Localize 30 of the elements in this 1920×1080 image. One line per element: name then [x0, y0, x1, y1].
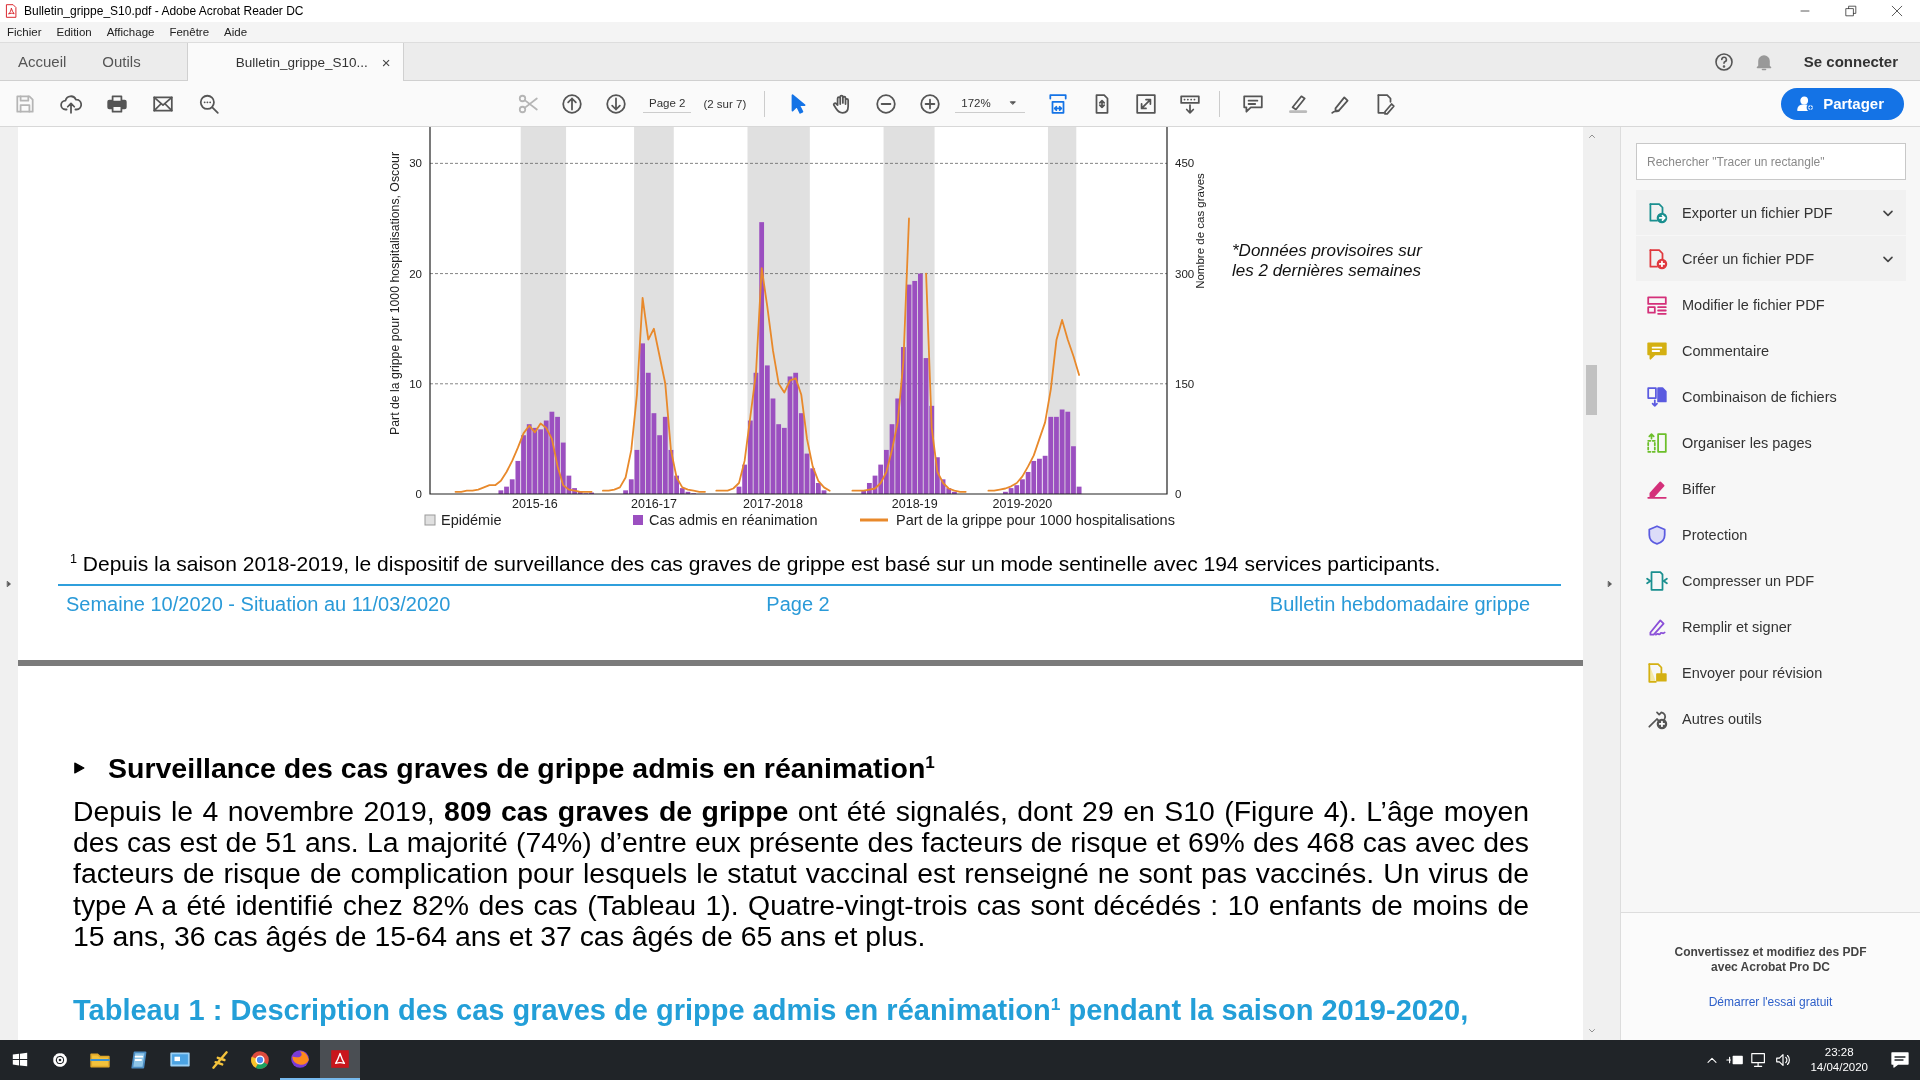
legend-label: Part de la grippe pour 1000 hospitalisations [896, 512, 1175, 528]
axis-tick-label: 30 [409, 157, 422, 170]
axis-tick-label: 2017-2018 [743, 497, 803, 511]
promo-text: avec Acrobat Pro DC [1711, 960, 1830, 975]
axis-tick-label: 10 [409, 377, 422, 390]
chart-note: *Données provisoires sur les 2 dernières semaines [1232, 241, 1422, 281]
axis-tick-label: 2015-16 [511, 497, 558, 511]
axis-tick-label: 20 [409, 267, 422, 280]
axis-tick-label: 0 [415, 488, 422, 500]
axis-tick-label: 150 [1175, 377, 1195, 390]
promo-text: Convertissez et modifiez des PDF [1674, 945, 1867, 960]
table-title: Tableau 1 : Description des cas graves de grippe admis en réanimation$^{1}$ pendant la saison 2019-2020, [73, 994, 1470, 1026]
paragraph: Depuis le 4 novembre 2019, 809 cas graves de grippe ont été signalés, dont 29 en S10 (Figure 4). L’âge moyen des cas est de 51 ans. La majorité (74%) d’entre eux présente des facteurs de risque et 69% des 468 cas avec des facteurs de risque de complication pour lesquels le statut vaccinal est renseigné ne sont pas vaccinés. Un virus de type A a été identifié chez 82% des cas (Tableau 1). Quatre-vingt-trois cas sont décédés : 10 enfants de moins de 15 ans, 36 cas âgés de 15-64 ans et 37 cas âgés de 65 ans et plus. [73, 796, 1529, 952]
section-heading: Surveillance des cas graves de grippe admis en réanimation$^{1}$ [108, 752, 935, 784]
axis-tick-label: 2016-17 [631, 497, 677, 511]
footnote: $^{1}$ Depuis la saison 2018-2019, le dispositif de surveillance des cas graves de grippe est basé sur un mode sentinelle avec 194 services participants. [70, 553, 1442, 575]
axis-title: Nombre de cas graves [1194, 173, 1206, 289]
axis-tick-label: 2019-2020 [992, 497, 1053, 511]
axis-tick-label: 300 [1175, 267, 1195, 280]
axis-tick-label: 450 [1175, 157, 1195, 170]
footer-text: Bulletin hebdomadaire grippe [1268, 592, 1530, 616]
axis-tick-label: 0 [1175, 488, 1182, 500]
legend-label: Epidémie [441, 512, 502, 528]
window-title: Bulletin_grippe_S10.pdf - Adobe Acrobat Reader DC [24, 4, 305, 18]
page-number: Page 2 [766, 592, 830, 616]
footer-text: Semaine 10/2020 - Situation au 11/03/2020 [66, 592, 452, 616]
page-count: (2 sur 7) [703, 97, 747, 110]
legend-label: Cas admis en réanimation [649, 512, 818, 528]
axis-tick-label: 2018-19 [891, 497, 938, 511]
axis-title: Part de la grippe pour 1000 hospitalisations, Oscour [388, 152, 402, 435]
